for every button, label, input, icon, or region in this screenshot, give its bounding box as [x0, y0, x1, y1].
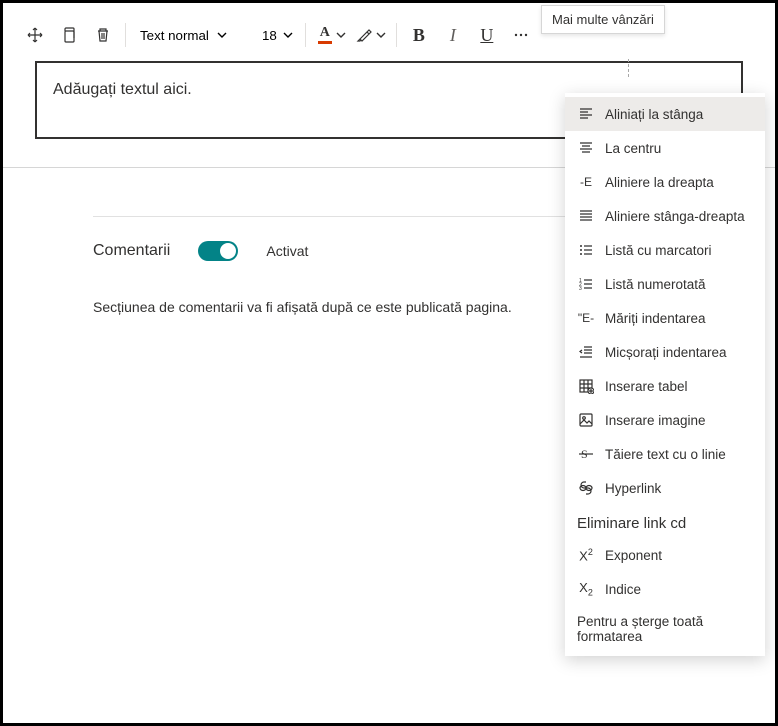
bold-icon: B — [413, 25, 425, 46]
bold-button[interactable]: B — [403, 19, 435, 51]
sub-icon: X2 — [577, 580, 595, 598]
dd-item-label: Aliniere stânga-dreapta — [605, 209, 745, 224]
dd-item-numbers[interactable]: 123 Listă numerotată — [565, 267, 765, 301]
strike-icon: S — [577, 445, 595, 463]
dd-item-indent-dec[interactable]: Micșorați indentarea — [565, 335, 765, 369]
dd-item-sup[interactable]: X2 Exponent — [565, 538, 765, 572]
move-button[interactable] — [19, 19, 51, 51]
cursor-marker — [628, 59, 629, 77]
dd-item-table[interactable]: Inserare tabel — [565, 369, 765, 403]
image-icon — [577, 411, 595, 429]
dd-item-label: Micșorați indentarea — [605, 345, 727, 360]
underline-icon: U — [480, 25, 493, 46]
font-size-select[interactable]: 18 — [254, 19, 299, 51]
dd-item-strike[interactable]: S Tăiere text cu o linie — [565, 437, 765, 471]
dd-item-label: Listă cu marcatori — [605, 243, 712, 258]
dd-item-label: Măriți indentarea — [605, 311, 706, 326]
dd-item-label: Hyperlink — [605, 481, 661, 496]
dd-item-label: Inserare imagine — [605, 413, 706, 428]
comments-toggle[interactable] — [198, 241, 238, 261]
dd-remove-link[interactable]: Eliminare link cd — [565, 505, 765, 538]
table-icon — [577, 377, 595, 395]
more-options-tooltip: Mai multe vânzări — [541, 5, 665, 34]
dd-item-image[interactable]: Inserare imagine — [565, 403, 765, 437]
dd-item-label: La centru — [605, 141, 661, 156]
numbers-icon: 123 — [577, 275, 595, 293]
chevron-down-icon — [283, 30, 293, 40]
sup-icon: X2 — [577, 546, 595, 564]
dd-item-indent-inc[interactable]: "E- Măriți indentarea — [565, 301, 765, 335]
highlighter-icon — [356, 26, 374, 44]
dd-item-align-right[interactable]: -E Aliniere la dreapta — [565, 165, 765, 199]
more-options-button[interactable] — [505, 19, 537, 51]
editor-placeholder: Adăugați textul aici. — [53, 81, 192, 98]
italic-icon: I — [450, 25, 456, 46]
font-color-button[interactable]: A — [312, 19, 350, 51]
dd-clear-formatting[interactable]: Pentru a șterge toată formatarea — [565, 606, 765, 652]
chevron-down-icon — [217, 30, 227, 40]
comments-title: Comentarii — [93, 242, 170, 260]
delete-button[interactable] — [87, 19, 119, 51]
comments-toggle-label: Activat — [266, 243, 308, 259]
more-options-dropdown: Aliniați la stânga La centru -E Aliniere la… — [565, 93, 765, 656]
copy-icon — [61, 27, 77, 43]
dd-item-label: Listă numerotată — [605, 277, 706, 292]
svg-text:3: 3 — [579, 286, 582, 292]
bullets-icon — [577, 241, 595, 259]
text-style-value: Text normal — [140, 28, 209, 43]
link-icon — [577, 479, 595, 497]
align-center-icon — [577, 139, 595, 157]
dd-item-label: Exponent — [605, 548, 662, 563]
dd-item-sub[interactable]: X2 Indice — [565, 572, 765, 606]
highlight-button[interactable] — [352, 19, 390, 51]
font-size-value: 18 — [262, 28, 277, 43]
font-color-icon: A — [316, 26, 334, 44]
move-icon — [27, 27, 43, 43]
dd-item-label: Inserare tabel — [605, 379, 688, 394]
dd-item-align-center[interactable]: La centru — [565, 131, 765, 165]
dd-item-label: Aliniați la stânga — [605, 107, 703, 122]
dd-item-label: Tăiere text cu o linie — [605, 447, 726, 462]
ellipsis-icon — [513, 27, 529, 43]
chevron-down-icon — [336, 30, 346, 40]
indent-inc-text-icon: "E- — [577, 309, 595, 327]
indent-dec-icon — [577, 343, 595, 361]
dd-item-label: Indice — [605, 582, 641, 597]
align-right-text-icon: -E — [577, 173, 595, 191]
align-left-icon — [577, 105, 595, 123]
italic-button[interactable]: I — [437, 19, 469, 51]
dd-item-bullets[interactable]: Listă cu marcatori — [565, 233, 765, 267]
dd-item-align-justify[interactable]: Aliniere stânga-dreapta — [565, 199, 765, 233]
chevron-down-icon — [376, 30, 386, 40]
trash-icon — [95, 27, 111, 43]
dd-item-align-left[interactable]: Aliniați la stânga — [565, 97, 765, 131]
dd-item-label: Aliniere la dreapta — [605, 175, 714, 190]
text-style-select[interactable]: Text normal — [132, 19, 252, 51]
duplicate-button[interactable] — [53, 19, 85, 51]
dd-item-label: Pentru a șterge toată formatarea — [577, 614, 753, 644]
dd-item-link[interactable]: Hyperlink — [565, 471, 765, 505]
align-justify-icon — [577, 207, 595, 225]
underline-button[interactable]: U — [471, 19, 503, 51]
